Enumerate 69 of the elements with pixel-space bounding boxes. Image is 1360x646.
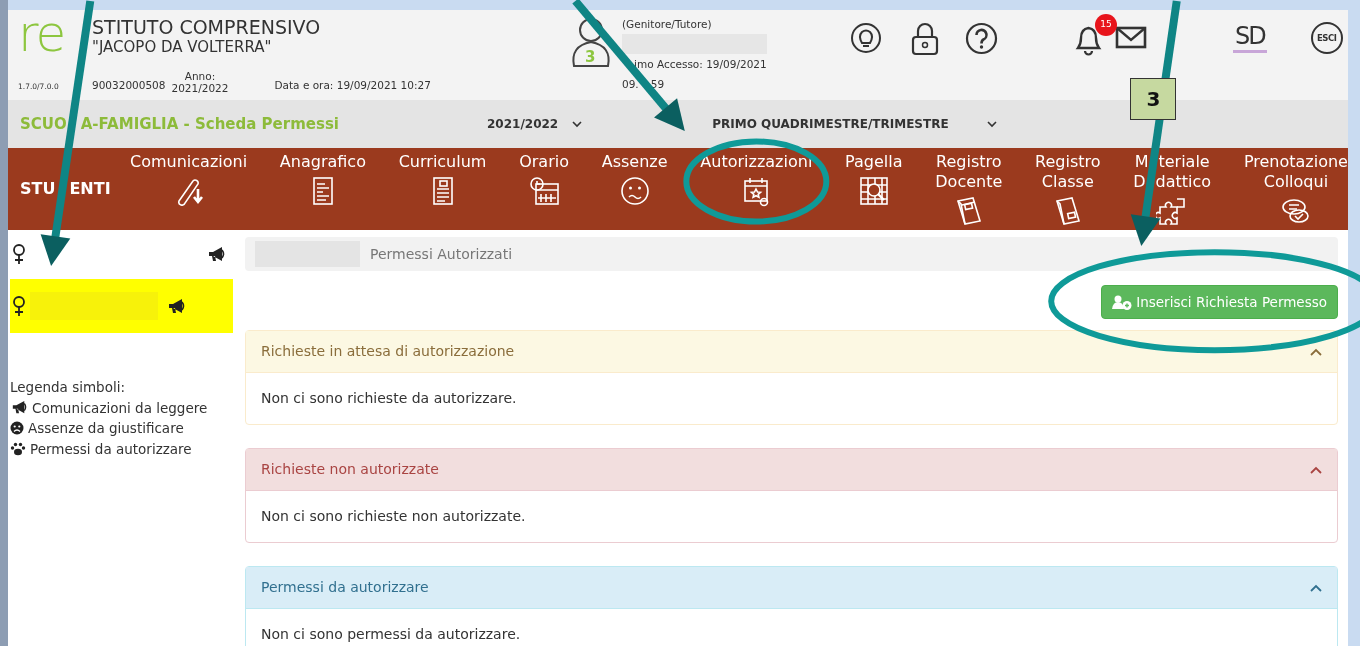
school-year: 2021/2022 [171, 82, 229, 94]
nav-item[interactable]: Autorizzazioni [700, 151, 813, 227]
period-select[interactable]: PRIMO QUADRIMESTRE/TRIMESTRE [712, 115, 997, 133]
chevron-up-icon [1310, 347, 1322, 356]
nav-item[interactable]: Orario [519, 151, 569, 227]
legend-item: Comunicazioni da leggere [32, 398, 208, 418]
chevron-down-icon [986, 120, 997, 128]
logo: re [18, 12, 66, 63]
last-access-time: 59 [650, 78, 665, 90]
year-label: Anno: [184, 70, 216, 82]
role-text: (Genitore/Tutore) [622, 17, 713, 32]
panel-header[interactable]: Richieste non autorizzate [246, 449, 1337, 492]
nav-item[interactable]: Curriculum [398, 151, 487, 227]
lock-icon[interactable] [910, 22, 940, 56]
callout-label: 3 [1130, 78, 1177, 120]
page-title: A-FAMIGLIA - Scheda Permessi [80, 114, 339, 133]
chevron-up-icon [1310, 583, 1322, 592]
date-time: Data e ora: 19/09/2021 10:27 [274, 78, 431, 94]
megaphone-icon [10, 400, 28, 416]
school-code: 90032000508 [92, 79, 166, 92]
brand-logo[interactable]: SD [1233, 22, 1267, 53]
year-select[interactable]: 2021/2022 [487, 115, 583, 133]
chevron-down-icon [572, 120, 583, 128]
smiley-icon [618, 174, 651, 207]
grid-magnifier-icon [857, 174, 890, 207]
megaphone-icon [207, 246, 225, 263]
legend-title: Legenda simboli: [10, 378, 126, 397]
nav-item[interactable]: Pagella [845, 151, 903, 227]
nav-item[interactable]: M teriale D dattico [1133, 151, 1212, 227]
user-plus-icon [1112, 294, 1133, 310]
nav-label: teriale [1158, 151, 1210, 171]
section-label: ENTI [69, 179, 111, 198]
panel-message: Non ci sono richieste da autorizzare. [261, 390, 517, 407]
breadcrumb-text: Permessi Autorizzati [370, 244, 513, 264]
panel-header[interactable]: Permessi da autorizzare [246, 567, 1337, 610]
page-title: SCUO [20, 114, 67, 133]
panel-title: Richieste in attesa di autorizzazione [261, 342, 515, 362]
panel-message: Non ci sono richieste non autorizzate. [261, 508, 526, 525]
female-sign-icon [12, 295, 26, 317]
paw-icon [10, 441, 26, 456]
last-access: imo Accesso: 19/09/2021 [634, 58, 767, 70]
nav-item[interactable]: Comunicazioni [130, 151, 248, 227]
notification-count: 15 [1095, 14, 1117, 36]
nav-label: dattico [1155, 171, 1212, 191]
last-access-time: 09. [622, 78, 639, 90]
school-name: STITUTO COMPRENSIVO [92, 16, 321, 38]
lightbulb-icon[interactable] [850, 22, 882, 54]
section-label: STU [20, 179, 56, 198]
chevron-up-icon [1310, 465, 1322, 474]
legend-item: Permessi da autorizzare [30, 439, 192, 459]
female-sign-icon [12, 244, 26, 265]
avatar-number: 3 [585, 47, 596, 68]
panel-title: Permessi da autorizzare [261, 578, 429, 598]
legend-item: Assenze da giustificare [28, 419, 184, 438]
nav-item[interactable]: Registro Classe [1035, 151, 1101, 227]
panel-message: Non ci sono permessi da autorizzare. [261, 626, 521, 643]
nav-item[interactable]: Anagrafico [279, 151, 366, 227]
panel-title: Richieste non autorizzate [261, 460, 439, 480]
calendar-clock-icon [528, 174, 561, 207]
school-name: "JACOPO DA VOLTERRA" [92, 38, 272, 56]
nav-item[interactable]: Prenotazione Colloqui [1243, 151, 1348, 227]
nav-label: D [1133, 171, 1146, 191]
nav-item[interactable]: Registro Docente [935, 151, 1003, 227]
logout-button[interactable]: ESCI [1310, 22, 1343, 54]
panel-header[interactable]: Richieste in attesa di autorizzazione [246, 331, 1337, 374]
megaphone-icon [167, 297, 185, 315]
help-icon[interactable] [965, 22, 998, 55]
nav-item[interactable]: Assenze [601, 151, 668, 227]
nav-label: M [1134, 151, 1149, 171]
